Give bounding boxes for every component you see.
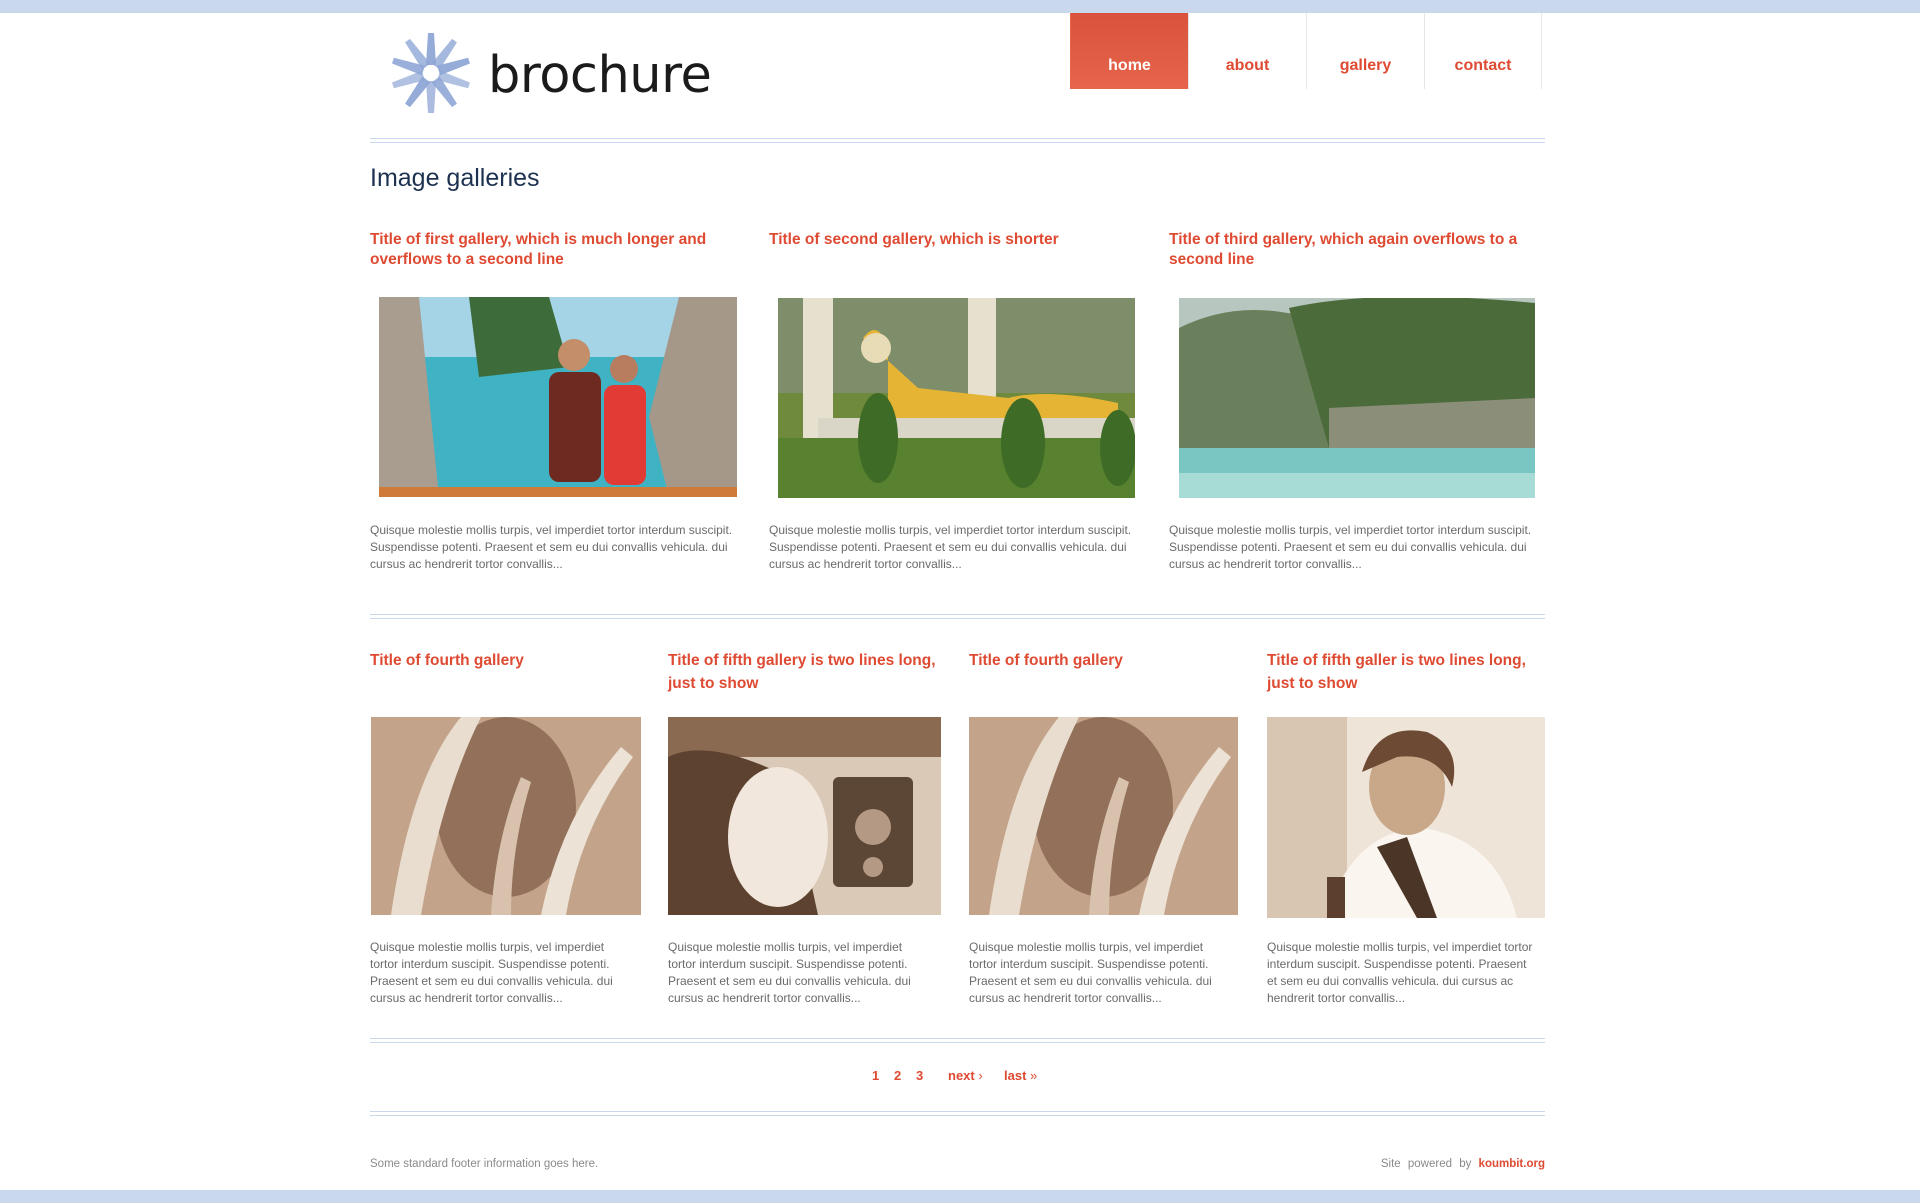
footer-credit: Site powered by koumbit.org [1381,1158,1545,1170]
gallery-description: Quisque molestie mollis turpis, vel impe… [668,940,911,1005]
page-title: Image galleries [370,164,540,192]
nav-item-gallery[interactable]: gallery [1306,13,1424,89]
gallery-card: Title of first gallery, which is much lo… [370,230,745,580]
gallery-card: Title of fourth gallery Quisque molestie… [969,649,1242,1009]
nav-item-about[interactable]: about [1188,13,1306,89]
divider [370,1038,1545,1043]
gallery-description: Quisque molestie mollis turpis, vel impe… [370,940,613,1005]
gallery-description: Quisque molestie mollis turpis, vel impe… [1169,523,1532,571]
next-label: next [948,1068,975,1083]
gallery-title-link[interactable]: Title of fifth gallery is two lines long… [668,649,943,695]
top-bar [0,0,1920,13]
footer-powered-text: Site powered by [1380,1158,1472,1170]
couple-at-lagoon-photo[interactable] [379,297,737,497]
gallery-description: Quisque molestie mollis turpis, vel impe… [1267,940,1533,1005]
gallery-card: Title of fourth gallery Quisque molestie… [370,649,643,1009]
gallery-description: Quisque molestie mollis turpis, vel impe… [769,523,1132,571]
gallery-title-link[interactable]: Title of second gallery, which is shorte… [769,230,1144,250]
gallery-title-link[interactable]: Title of third gallery, which again over… [1169,230,1545,270]
gallery-title-link[interactable]: Title of fourth gallery [370,649,643,672]
gallery-description: Quisque molestie mollis turpis, vel impe… [370,523,733,571]
bottom-bar [0,1190,1920,1203]
double-chevron-right-icon: » [1030,1068,1038,1083]
gallery-card: Title of fifth galler is two lines long,… [1267,649,1545,1009]
gallery-card: Title of second gallery, which is shorte… [769,230,1144,580]
sepia-abstract-leaves-photo[interactable] [969,717,1238,915]
gallery-card: Title of third gallery, which again over… [1169,230,1545,580]
last-page-link[interactable]: last » [1004,1068,1037,1083]
sepia-camera-operator-photo[interactable] [668,717,941,915]
chevron-right-icon: › [978,1068,983,1083]
nav-item-contact[interactable]: contact [1424,13,1542,89]
gallery-title-link[interactable]: Title of first gallery, which is much lo… [370,230,745,270]
sepia-abstract-leaves-photo[interactable] [371,717,641,915]
divider [370,1111,1545,1116]
divider [370,614,1545,619]
sepia-portrait-man-photo[interactable] [1267,717,1545,918]
nav-item-label: about [1225,57,1270,74]
koumbit-link[interactable]: koumbit.org [1479,1158,1545,1170]
logo-text: brochure [488,46,712,105]
page-link-3[interactable]: 3 [916,1068,923,1083]
gallery-card: Title of fifth gallery is two lines long… [668,649,943,1009]
page-link-2[interactable]: 2 [894,1068,901,1083]
limestone-cliffs-bay-photo[interactable] [1179,298,1535,498]
nav-item-label: gallery [1339,57,1392,74]
gallery-title-link[interactable]: Title of fourth gallery [969,649,1242,672]
page-link-1[interactable]: 1 [872,1068,879,1083]
divider [370,138,1545,143]
reclining-buddha-photo[interactable] [778,298,1135,498]
footer-info: Some standard footer information goes he… [370,1158,599,1170]
next-page-link[interactable]: next › [948,1068,983,1083]
site-logo[interactable]: brochure [386,28,712,118]
starburst-logo-icon [392,33,470,113]
nav-item-label: contact [1454,57,1512,74]
gallery-description: Quisque molestie mollis turpis, vel impe… [969,940,1212,1005]
main-nav: home about gallery contact [1070,13,1542,89]
gallery-title-link[interactable]: Title of fifth galler is two lines long,… [1267,649,1545,695]
nav-item-home[interactable]: home [1070,13,1188,89]
last-label: last [1004,1068,1027,1083]
nav-item-label: home [1108,57,1151,74]
